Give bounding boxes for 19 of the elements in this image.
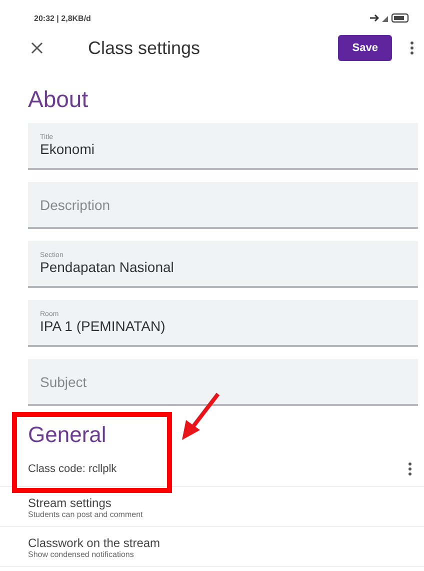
section-heading: About xyxy=(27,86,90,113)
status-time: 20:32 | 2,8KB/d xyxy=(34,14,91,22)
settings-row[interactable]: Stream settings Students can post and comment xyxy=(0,487,424,527)
input-field[interactable]: Pendapatan Nasional xyxy=(40,259,406,275)
annotation-arrow xyxy=(180,392,222,442)
input-field[interactable]: IPA 1 (PEMINATAN) xyxy=(40,318,406,334)
section-heading: General xyxy=(27,422,108,448)
settings-row[interactable]: Classwork on the stream Show condensed notifications xyxy=(0,527,424,567)
more-icon[interactable] xyxy=(408,462,412,476)
class-code: Class code: rcllplk xyxy=(28,463,117,475)
status-icons xyxy=(370,13,410,23)
save-button[interactable]: Save xyxy=(338,35,392,61)
input-field[interactable]: Ekonomi xyxy=(40,141,406,157)
more-icon[interactable] xyxy=(410,41,414,55)
input-field[interactable]: Description xyxy=(40,196,406,212)
input-field[interactable]: Subject xyxy=(40,374,406,390)
text-field[interactable]: Subject xyxy=(28,359,418,406)
screen-title: Class settings xyxy=(88,38,202,58)
text-field[interactable]: Description xyxy=(28,182,418,229)
